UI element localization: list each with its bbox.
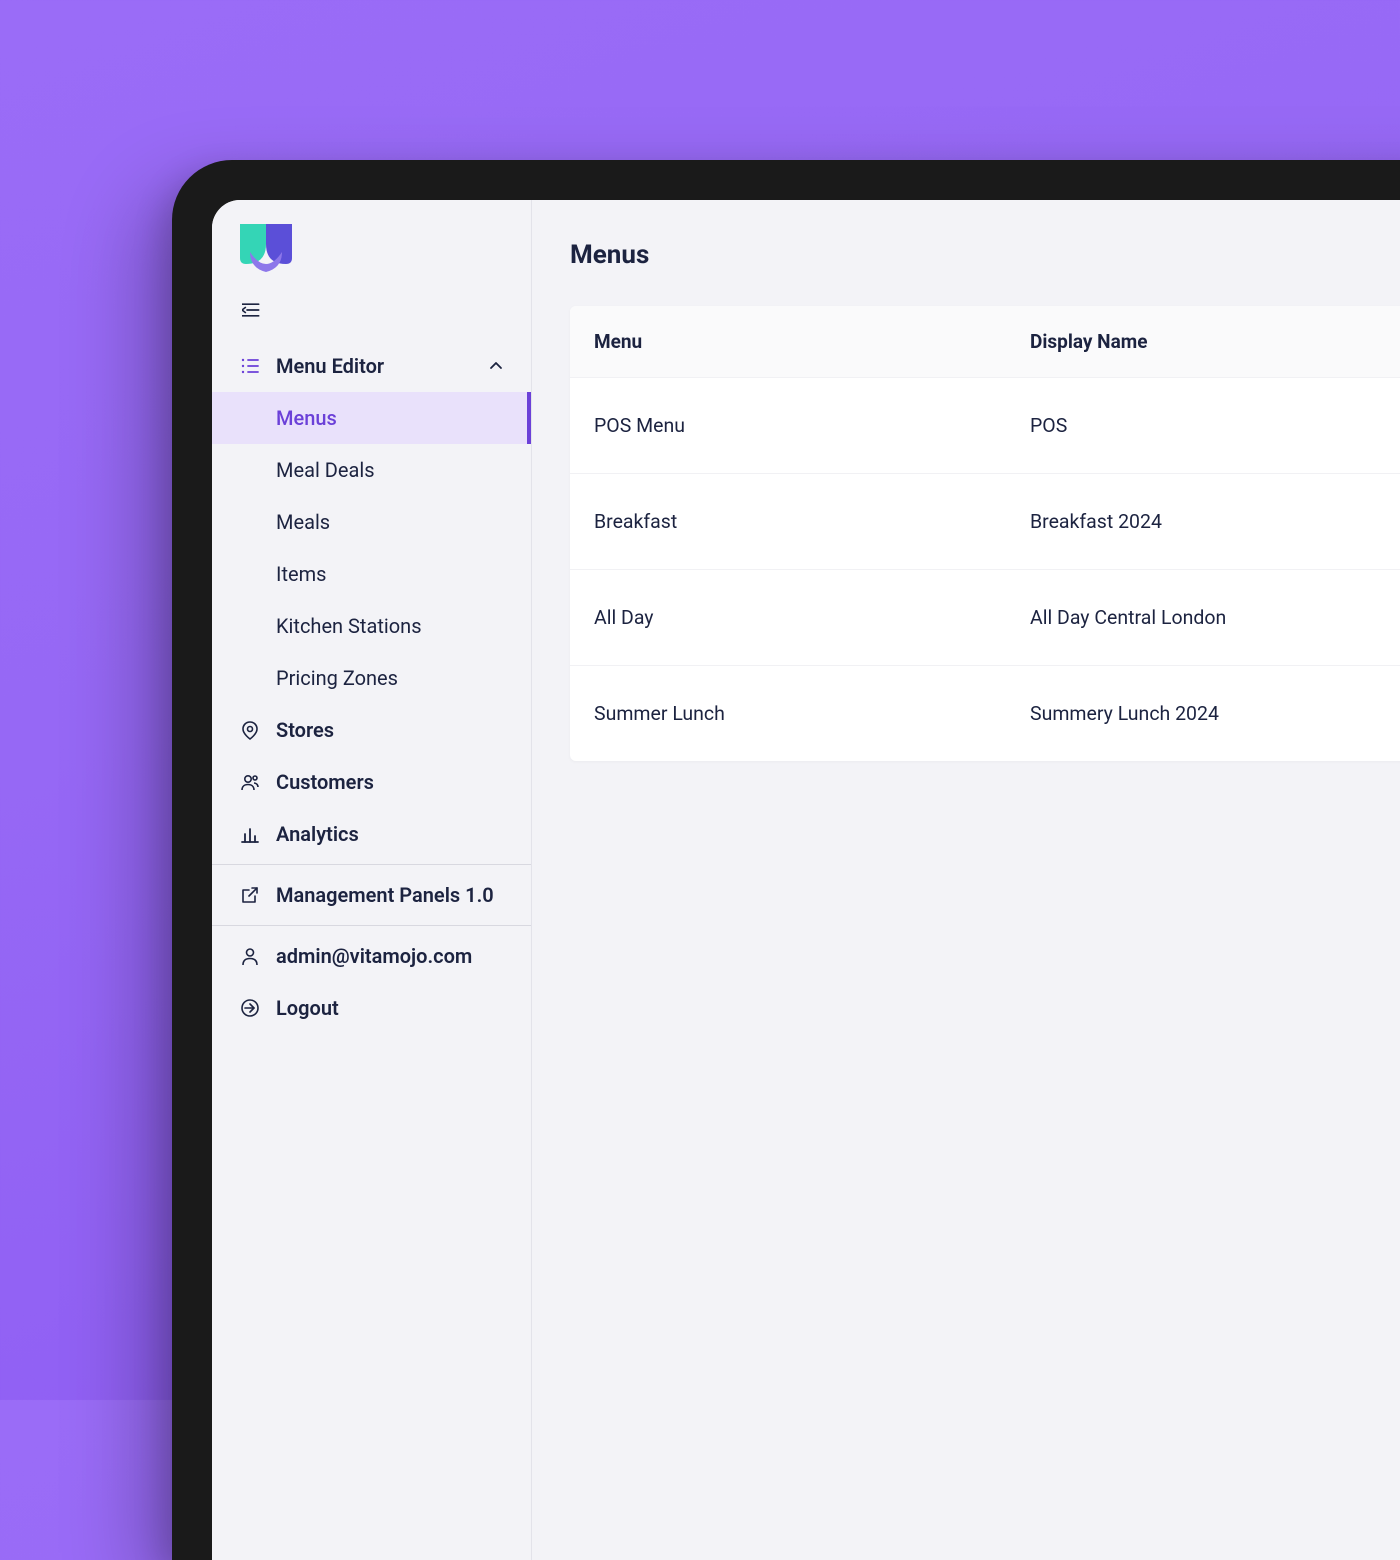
- nav-label: Customers: [276, 770, 374, 794]
- chart-icon: [240, 824, 260, 844]
- external-icon: [240, 885, 260, 905]
- nav-divider: [212, 864, 531, 865]
- td-display: POS: [1030, 378, 1400, 473]
- users-icon: [240, 772, 260, 792]
- sub-label: Kitchen Stations: [276, 614, 422, 638]
- nav-divider: [212, 925, 531, 926]
- sub-item-meals[interactable]: Meals: [212, 496, 531, 548]
- th-display-name[interactable]: Display Name: [1030, 306, 1400, 377]
- td-display: Breakfast 2024: [1030, 474, 1400, 569]
- nav-item-logout[interactable]: Logout: [212, 982, 531, 1034]
- sidebar: Menu Editor Menus Meal Deals Meals: [212, 200, 532, 1560]
- nav-label: Analytics: [276, 822, 359, 846]
- nav-item-menu-editor[interactable]: Menu Editor: [212, 340, 531, 392]
- td-display: Summery Lunch 2024: [1030, 666, 1400, 761]
- table-row[interactable]: Breakfast Breakfast 2024: [570, 473, 1400, 569]
- td-menu: Summer Lunch: [594, 666, 1030, 761]
- sub-label: Items: [276, 562, 326, 586]
- nav-item-management-panels[interactable]: Management Panels 1.0: [212, 869, 531, 921]
- collapse-icon: [242, 303, 262, 322]
- nav-label: Management Panels 1.0: [276, 883, 494, 907]
- screen: Menu Editor Menus Meal Deals Meals: [212, 200, 1400, 1560]
- main-content: Menus Menu Display Name POS Menu POS Bre…: [532, 200, 1400, 1560]
- nav-item-account[interactable]: admin@vitamojo.com: [212, 930, 531, 982]
- td-menu: All Day: [594, 570, 1030, 665]
- list-icon: [240, 356, 260, 376]
- collapse-sidebar-button[interactable]: [212, 294, 531, 340]
- sub-label: Meals: [276, 510, 330, 534]
- th-menu[interactable]: Menu: [594, 306, 1030, 377]
- table-row[interactable]: All Day All Day Central London: [570, 569, 1400, 665]
- sub-item-meal-deals[interactable]: Meal Deals: [212, 444, 531, 496]
- sub-label: Pricing Zones: [276, 666, 398, 690]
- sub-label: Meal Deals: [276, 458, 375, 482]
- account-email: admin@vitamojo.com: [276, 944, 472, 968]
- sub-item-kitchen-stations[interactable]: Kitchen Stations: [212, 600, 531, 652]
- nav-item-customers[interactable]: Customers: [212, 756, 531, 808]
- primary-nav: Menu Editor Menus Meal Deals Meals: [212, 340, 531, 1034]
- nav-item-analytics[interactable]: Analytics: [212, 808, 531, 860]
- table-row[interactable]: POS Menu POS: [570, 377, 1400, 473]
- page-title: Menus: [570, 240, 1400, 270]
- device-frame: Menu Editor Menus Meal Deals Meals: [172, 160, 1400, 1560]
- td-menu: POS Menu: [594, 378, 1030, 473]
- nav-label: Stores: [276, 718, 334, 742]
- td-menu: Breakfast: [594, 474, 1030, 569]
- nav-label: Logout: [276, 996, 339, 1020]
- sub-item-pricing-zones[interactable]: Pricing Zones: [212, 652, 531, 704]
- logout-icon: [240, 998, 260, 1018]
- chevron-up-icon: [489, 354, 503, 378]
- nav-item-stores[interactable]: Stores: [212, 704, 531, 756]
- app-logo[interactable]: [212, 224, 531, 294]
- nav-label: Menu Editor: [276, 354, 384, 378]
- table-row[interactable]: Summer Lunch Summery Lunch 2024: [570, 665, 1400, 761]
- sub-label: Menus: [276, 406, 337, 430]
- sub-item-menus[interactable]: Menus: [212, 392, 531, 444]
- table-header: Menu Display Name: [570, 306, 1400, 377]
- td-display: All Day Central London: [1030, 570, 1400, 665]
- sub-item-items[interactable]: Items: [212, 548, 531, 600]
- pin-icon: [240, 720, 260, 740]
- user-icon: [240, 946, 260, 966]
- menus-table: Menu Display Name POS Menu POS Breakfast…: [570, 306, 1400, 761]
